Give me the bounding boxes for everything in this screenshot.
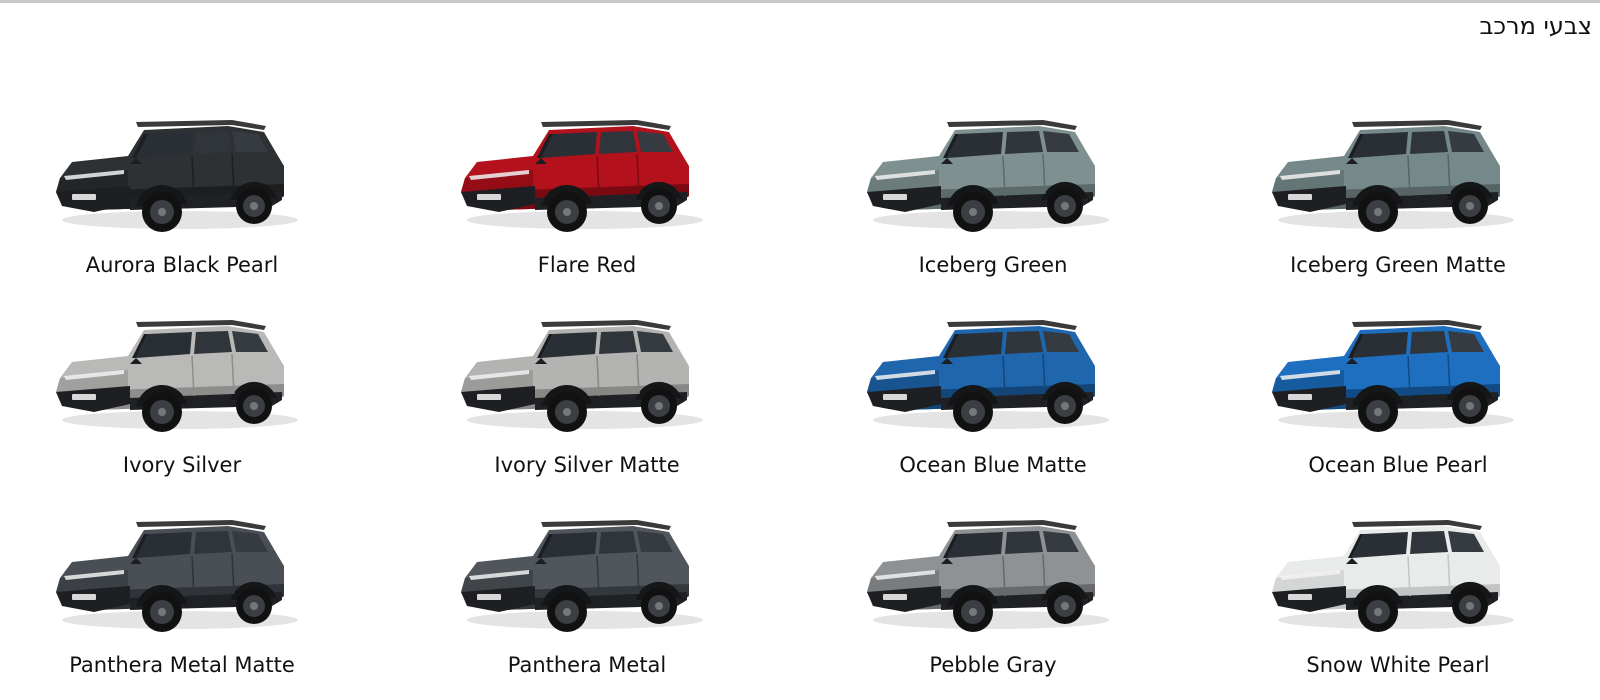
car-image [1248,300,1548,450]
top-divider [0,0,1600,3]
color-name-label: Pebble Gray [929,653,1057,677]
color-option-card[interactable]: Ivory Silver Matte [437,300,737,500]
color-row: Panthera Metal Matte Panthera Metal Pebb… [0,500,1600,700]
car-image [437,500,737,650]
color-option-card[interactable]: Panthera Metal [437,500,737,700]
car-image [843,300,1143,450]
car-image [32,300,332,450]
color-grid: Aurora Black Pearl Flare Red Iceberg Gre… [0,100,1600,700]
car-image [32,500,332,650]
car-image [32,100,332,250]
color-name-label: Ivory Silver Matte [494,453,680,477]
color-name-label: Snow White Pearl [1306,653,1490,677]
color-row: Ivory Silver Ivory Silver Matte Ocean Bl… [0,300,1600,500]
color-option-card[interactable]: Snow White Pearl [1248,500,1548,700]
color-name-label: Panthera Metal Matte [69,653,295,677]
color-option-card[interactable]: Iceberg Green Matte [1248,100,1548,300]
car-image [1248,500,1548,650]
color-name-label: Ivory Silver [122,453,242,477]
color-name-label: Flare Red [537,253,637,277]
car-image [1248,100,1548,250]
car-image [437,300,737,450]
color-option-card[interactable]: Ocean Blue Matte [843,300,1143,500]
section-title: צבעי מרכב [1479,12,1592,40]
color-option-card[interactable]: Flare Red [437,100,737,300]
car-image [843,500,1143,650]
car-image [437,100,737,250]
color-name-label: Iceberg Green Matte [1290,253,1506,277]
color-option-card[interactable]: Aurora Black Pearl [32,100,332,300]
color-option-card[interactable]: Ocean Blue Pearl [1248,300,1548,500]
car-image [843,100,1143,250]
color-name-label: Aurora Black Pearl [85,253,279,277]
color-option-card[interactable]: Ivory Silver [32,300,332,500]
color-name-label: Iceberg Green [918,253,1068,277]
color-name-label: Ocean Blue Pearl [1308,453,1488,477]
color-option-card[interactable]: Panthera Metal Matte [32,500,332,700]
color-option-card[interactable]: Iceberg Green [843,100,1143,300]
color-name-label: Panthera Metal [507,653,667,677]
color-name-label: Ocean Blue Matte [899,453,1087,477]
color-row: Aurora Black Pearl Flare Red Iceberg Gre… [0,100,1600,300]
color-option-card[interactable]: Pebble Gray [843,500,1143,700]
